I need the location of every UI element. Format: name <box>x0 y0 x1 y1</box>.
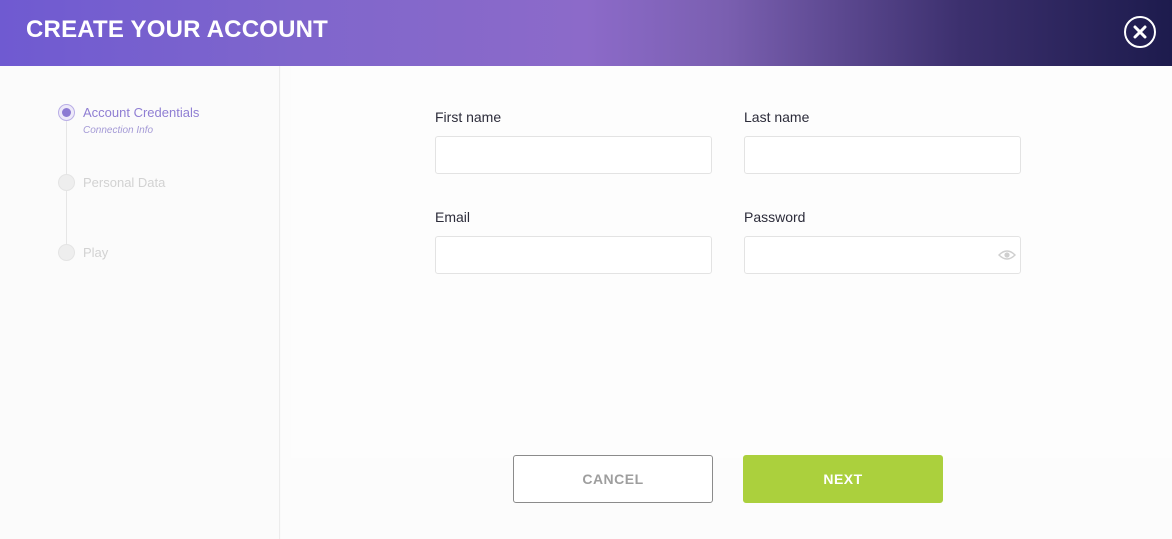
password-label: Password <box>744 209 806 225</box>
eye-icon[interactable] <box>998 249 1016 261</box>
password-input[interactable] <box>744 236 1021 274</box>
main-content: First name Last name Email Password CANC… <box>281 66 1172 539</box>
close-button[interactable] <box>1124 16 1156 48</box>
stepper-sidebar: Account Credentials Connection Info Pers… <box>0 66 280 539</box>
step-label-play[interactable]: Play <box>83 245 108 260</box>
step-indicator-play <box>58 244 75 261</box>
header-bar: CREATE YOUR ACCOUNT <box>0 0 1172 66</box>
cancel-button[interactable]: CANCEL <box>513 455 713 503</box>
step-indicator-account-credentials <box>58 104 75 121</box>
step-indicator-personal-data <box>58 174 75 191</box>
stepper-connector <box>66 120 67 182</box>
page-title: CREATE YOUR ACCOUNT <box>26 16 329 43</box>
step-sublabel-connection-info: Connection Info <box>83 125 154 136</box>
last-name-label: Last name <box>744 109 810 125</box>
step-label-account-credentials[interactable]: Account Credentials <box>83 105 199 120</box>
first-name-label: First name <box>435 109 502 125</box>
close-icon <box>1133 25 1147 39</box>
email-input[interactable] <box>435 236 712 274</box>
first-name-input[interactable] <box>435 136 712 174</box>
email-label: Email <box>435 209 471 225</box>
step-label-personal-data[interactable]: Personal Data <box>83 175 165 190</box>
last-name-input[interactable] <box>744 136 1021 174</box>
stepper-connector <box>66 190 67 252</box>
next-button[interactable]: NEXT <box>743 455 943 503</box>
form-panel <box>291 66 1172 458</box>
